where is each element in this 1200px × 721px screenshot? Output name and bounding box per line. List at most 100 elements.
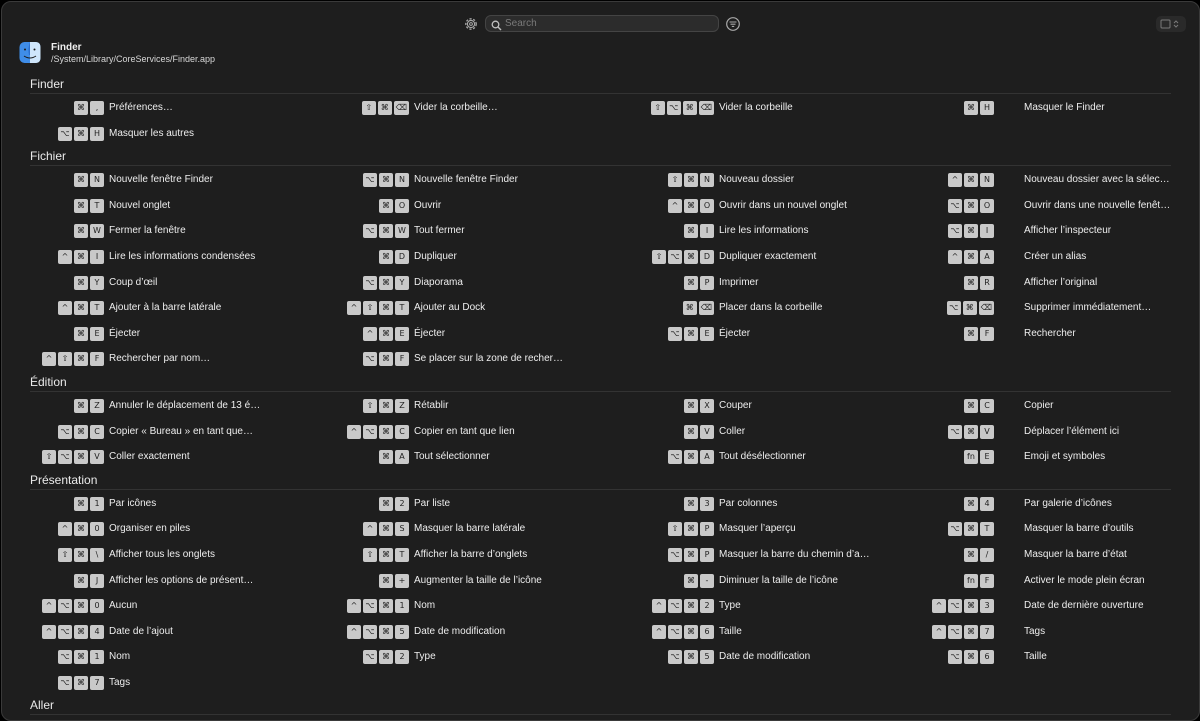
shortcut-item[interactable]: ⇧ ⌥ ⌘ V Coller exactement <box>2 444 307 470</box>
shortcut-item[interactable]: ⌘ E Éjecter <box>2 321 307 347</box>
shortcut-item[interactable]: ^ ⌥ ⌘ 7 Tags <box>917 619 1197 645</box>
shortcut-item[interactable]: ⇧ ⌥ ⌘ D Dupliquer exactement <box>612 244 917 270</box>
keycap: ⌘ <box>74 249 88 264</box>
shortcut-item[interactable]: ⌘ O Ouvrir <box>307 193 612 219</box>
shortcut-item[interactable]: ⌥ ⌘ ⌫ Supprimer immédiatement… <box>917 295 1197 321</box>
gear-icon[interactable] <box>463 16 479 32</box>
keycap: ⌘ <box>684 398 698 413</box>
shortcut-item[interactable]: ⌘ 3 Par colonnes <box>612 491 917 517</box>
shortcut-item[interactable]: ⌥ ⌘ E Éjecter <box>612 321 917 347</box>
shortcut-item[interactable]: ⌥ ⌘ 5 Date de modification <box>612 644 917 670</box>
shortcut-item[interactable]: ⇧ ⌘ P Masquer l’aperçu <box>612 516 917 542</box>
shortcut-item[interactable]: ⌥ ⌘ 2 Type <box>307 644 612 670</box>
shortcut-item[interactable]: ⌥ ⌘ P Masquer la barre du chemin d’a… <box>612 542 917 568</box>
shortcut-item[interactable]: ⌘ A Tout sélectionner <box>307 444 612 470</box>
key-combo: ^ ⌥ ⌘ 4 <box>42 624 104 639</box>
key-combo: ⌘ 2 <box>379 496 409 511</box>
shortcut-label: Nouvelle fenêtre Finder <box>414 174 518 186</box>
shortcut-item[interactable]: ⌥ ⌘ 7 Tags <box>2 670 307 696</box>
shortcut-item[interactable]: ⇧ ⌘ T Afficher la barre d’onglets <box>307 542 612 568</box>
shortcut-item[interactable]: ⌥ ⌘ 6 Taille <box>917 644 1197 670</box>
shortcut-item[interactable]: ^ ⌘ A Créer un alias <box>917 244 1197 270</box>
shortcut-item[interactable]: ⌘ J Afficher les options de présent… <box>2 568 307 594</box>
shortcut-item[interactable]: ^ ⌥ ⌘ 4 Date de l’ajout <box>2 619 307 645</box>
shortcut-item[interactable]: ⌥ ⌘ O Ouvrir dans une nouvelle fenêtr… <box>917 193 1197 219</box>
shortcut-item[interactable]: ⌘ V Coller <box>612 419 917 445</box>
shortcut-item[interactable]: ⇧ ⌘ Z Rétablir <box>307 393 612 419</box>
shortcut-item[interactable]: ⌘ Z Annuler le déplacement de 13 é… <box>2 393 307 419</box>
shortcut-label: Aucun <box>109 600 138 612</box>
keycap: ⌘ <box>379 599 393 614</box>
shortcut-item[interactable]: ⌘, Préférences… <box>2 95 307 121</box>
shortcut-item[interactable]: ⌘ 1 Par icônes <box>2 491 307 517</box>
view-toggle-icon[interactable] <box>1156 16 1186 32</box>
shortcut-item[interactable]: ⌥ ⌘ 1 Nom <box>2 644 307 670</box>
shortcut-item[interactable]: ⌘ P Imprimer <box>612 270 917 296</box>
shortcut-item[interactable]: ⌘ 2 Par liste <box>307 491 612 517</box>
shortcut-item[interactable]: ^ ⌘ T Ajouter à la barre latérale <box>2 295 307 321</box>
shortcut-item[interactable]: ^ ⌘ O Ouvrir dans un nouvel onglet <box>612 193 917 219</box>
keycap: ⌘ <box>684 275 698 290</box>
shortcut-item[interactable]: ⇧ ⌥ ⌘ ⌫ Vider la corbeille <box>612 95 917 121</box>
shortcut-item[interactable]: ^ ⌥ ⌘ 2 Type <box>612 593 917 619</box>
shortcut-item[interactable]: ⌥ ⌘ T Masquer la barre d’outils <box>917 516 1197 542</box>
shortcut-item[interactable]: ^ ⇧ ⌘ F Rechercher par nom… <box>2 346 307 372</box>
shortcut-item[interactable]: ⌘ T Nouvel onglet <box>2 193 307 219</box>
shortcut-item[interactable]: ⌘ C Copier <box>917 393 1197 419</box>
shortcut-item[interactable]: ⌘ I Lire les informations <box>612 218 917 244</box>
shortcut-item[interactable]: ⌘ D Dupliquer <box>307 244 612 270</box>
shortcut-item[interactable]: ⇧ ⌘ \ Afficher tous les onglets <box>2 542 307 568</box>
shortcut-item[interactable]: ^ ⌘ E Éjecter <box>307 321 612 347</box>
search-input[interactable]: Search <box>485 15 719 32</box>
shortcut-item[interactable]: ^ ⌘ S Masquer la barre latérale <box>307 516 612 542</box>
shortcut-item[interactable]: ⌘ F Rechercher <box>917 321 1197 347</box>
shortcut-item[interactable]: ⌘ H Masquer le Finder <box>917 95 1197 121</box>
shortcut-item[interactable]: ^ ⌥ ⌘ 1 Nom <box>307 593 612 619</box>
keycap: T <box>395 547 409 562</box>
shortcut-item[interactable]: fn F Activer le mode plein écran <box>917 568 1197 594</box>
shortcut-item[interactable]: ⇧ ⌘ N Nouveau dossier <box>612 167 917 193</box>
shortcut-label: Type <box>719 600 741 612</box>
shortcut-item[interactable]: ⌘ R Afficher l’original <box>917 270 1197 296</box>
shortcut-item[interactable]: ⌥ ⌘ F Se placer sur la zone de recher… <box>307 346 612 372</box>
shortcut-item[interactable]: fn E Emoji et symboles <box>917 444 1197 470</box>
shortcut-item[interactable]: ⌥ ⌘ A Tout désélectionner <box>612 444 917 470</box>
shortcut-item[interactable]: ^ ⌘ I Lire les informations condensées <box>2 244 307 270</box>
shortcut-item[interactable]: ^ ⌥ ⌘ 6 Taille <box>612 619 917 645</box>
shortcut-item[interactable]: ⌥ ⌘ W Tout fermer <box>307 218 612 244</box>
shortcut-item[interactable]: ^ ⌥ ⌘ 3 Date de dernière ouverture <box>917 593 1197 619</box>
shortcut-item[interactable]: ⌥ ⌘ V Déplacer l’élément ici <box>917 419 1197 445</box>
shortcut-item[interactable]: ⌘ + Augmenter la taille de l’icône <box>307 568 612 594</box>
shortcut-item[interactable]: ⌥ ⌘ I Afficher l’inspecteur <box>917 218 1197 244</box>
shortcut-item[interactable]: ⌘ W Fermer la fenêtre <box>2 218 307 244</box>
keycap: ^ <box>948 249 962 264</box>
shortcut-item[interactable]: ^ ⌥ ⌘ 0 Aucun <box>2 593 307 619</box>
keycap: T <box>90 301 104 316</box>
keycap: ⌘ <box>74 198 88 213</box>
shortcut-item[interactable]: ⌥ ⌘ N Nouvelle fenêtre Finder <box>307 167 612 193</box>
shortcut-item[interactable]: ⌘ ⌫ Placer dans la corbeille <box>612 295 917 321</box>
shortcut-item[interactable]: ^ ⌥ ⌘ 5 Date de modification <box>307 619 612 645</box>
shortcut-item[interactable]: ⌘ - Diminuer la taille de l’icône <box>612 568 917 594</box>
key-combo: ^ ⌘ I <box>58 249 104 264</box>
shortcut-item[interactable]: ⌘ N Nouvelle fenêtre Finder <box>2 167 307 193</box>
keycap: ⌘ <box>379 650 393 665</box>
shortcut-item[interactable]: ^ ⌘ 0 Organiser en piles <box>2 516 307 542</box>
shortcut-item[interactable]: ⌥ ⌘ C Copier « Bureau » en tant que… <box>2 419 307 445</box>
keycap: Y <box>90 275 104 290</box>
shortcut-item[interactable]: ^ ⌥ ⌘ C Copier en tant que lien <box>307 419 612 445</box>
shortcut-item[interactable]: ⌘ X Couper <box>612 393 917 419</box>
shortcut-item[interactable]: ⌥ ⌘ H Masquer les autres <box>2 121 307 147</box>
shortcut-item[interactable]: ⌘ 4 Par galerie d’icônes <box>917 491 1197 517</box>
shortcut-item[interactable]: ⌘ / Masquer la barre d’état <box>917 542 1197 568</box>
keycap: ⌘ <box>379 301 393 316</box>
shortcut-item[interactable]: ⌘ Y Coup d’œil <box>2 270 307 296</box>
shortcut-item[interactable]: ^ ⇧ ⌘ T Ajouter au Dock <box>307 295 612 321</box>
shortcut-item[interactable]: ⌥ ⌘ Y Diaporama <box>307 270 612 296</box>
shortcut-item[interactable]: ^ ⌘ N Nouveau dossier avec la sélecti… <box>917 167 1197 193</box>
keycap: J <box>90 573 104 588</box>
filter-icon[interactable] <box>725 16 741 32</box>
shortcut-item[interactable]: ⇧ ⌘ ⌫ Vider la corbeille… <box>307 95 612 121</box>
keycap: 6 <box>980 650 994 665</box>
shortcut-label: Rechercher <box>1024 327 1076 339</box>
